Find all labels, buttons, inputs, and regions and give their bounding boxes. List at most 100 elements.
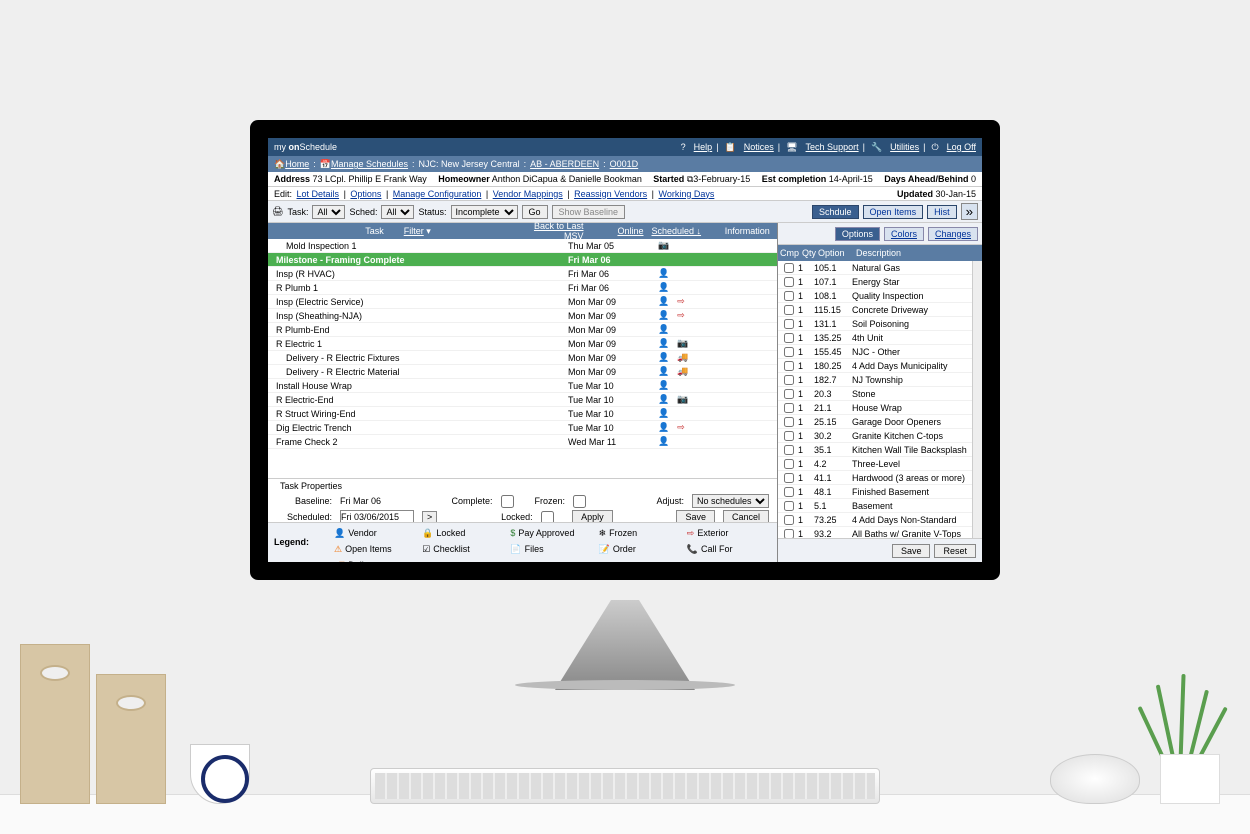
- option-complete-checkbox[interactable]: [784, 515, 794, 525]
- option-complete-checkbox[interactable]: [784, 403, 794, 413]
- options-list[interactable]: 1105.1Natural Gas1107.1Energy Star1108.1…: [778, 261, 982, 538]
- option-row[interactable]: 141.1Hardwood (3 areas or more): [778, 471, 982, 485]
- option-complete-checkbox[interactable]: [784, 431, 794, 441]
- task-row[interactable]: Dig Electric TrenchTue Mar 10👤⇨: [268, 421, 777, 435]
- task-row[interactable]: Delivery - R Electric FixturesMon Mar 09…: [268, 351, 777, 365]
- task-row[interactable]: Frame Check 2Wed Mar 11👤: [268, 435, 777, 449]
- option-complete-checkbox[interactable]: [784, 347, 794, 357]
- help-link[interactable]: Help: [694, 142, 713, 152]
- tech-support-link[interactable]: Tech Support: [806, 142, 859, 152]
- option-row[interactable]: 1108.1Quality Inspection: [778, 289, 982, 303]
- task-row[interactable]: Insp (R HVAC)Fri Mar 06👤: [268, 267, 777, 281]
- task-row[interactable]: Install House WrapTue Mar 10👤: [268, 379, 777, 393]
- printer-icon[interactable]: 🖨: [272, 206, 283, 217]
- option-complete-checkbox[interactable]: [784, 319, 794, 329]
- task-row[interactable]: Mold Inspection 1Thu Mar 05📷: [268, 239, 777, 253]
- edit-link-working-days[interactable]: Working Days: [658, 189, 714, 199]
- task-filter-select[interactable]: All: [312, 205, 345, 219]
- option-complete-checkbox[interactable]: [784, 389, 794, 399]
- option-row[interactable]: 14.2Three-Level: [778, 457, 982, 471]
- options-reset-button[interactable]: Reset: [934, 544, 976, 558]
- tab-options[interactable]: Options: [835, 227, 880, 241]
- crumb-site[interactable]: AB - ABERDEEN: [530, 159, 599, 169]
- tab-changes[interactable]: Changes: [928, 227, 978, 241]
- option-row[interactable]: 148.1Finished Basement: [778, 485, 982, 499]
- option-row[interactable]: 1131.1Soil Poisoning: [778, 317, 982, 331]
- option-row[interactable]: 173.254 Add Days Non-Standard: [778, 513, 982, 527]
- col-scheduled[interactable]: Scheduled ↓: [652, 226, 702, 236]
- option-complete-checkbox[interactable]: [784, 473, 794, 483]
- option-row[interactable]: 135.1Kitchen Wall Tile Backsplash: [778, 443, 982, 457]
- logoff-link[interactable]: Log Off: [947, 142, 976, 152]
- task-row[interactable]: Milestone - Framing CompleteFri Mar 06: [268, 253, 777, 267]
- task-row[interactable]: R Plumb 1Fri Mar 06👤: [268, 281, 777, 295]
- option-complete-checkbox[interactable]: [784, 375, 794, 385]
- option-row[interactable]: 15.1Basement: [778, 499, 982, 513]
- filter-icon[interactable]: ▾: [426, 226, 431, 236]
- go-button[interactable]: Go: [522, 205, 548, 219]
- option-complete-checkbox[interactable]: [784, 333, 794, 343]
- adjust-select[interactable]: No schedules: [692, 494, 769, 508]
- back-to-last-msv-link[interactable]: Back to Last MSV: [534, 221, 584, 241]
- option-row[interactable]: 1115.15Concrete Driveway: [778, 303, 982, 317]
- task-row[interactable]: R Electric 1Mon Mar 09👤📷: [268, 337, 777, 351]
- edit-link-lot-details[interactable]: Lot Details: [297, 189, 340, 199]
- option-qty: 1: [798, 515, 814, 525]
- tab-open-items[interactable]: Open Items: [863, 205, 924, 219]
- edit-link-reassign-vendors[interactable]: Reassign Vendors: [574, 189, 647, 199]
- tab-schedule[interactable]: Schdule: [812, 205, 859, 219]
- option-row[interactable]: 120.3Stone: [778, 387, 982, 401]
- task-row[interactable]: R Electric-EndTue Mar 10👤📷: [268, 393, 777, 407]
- option-desc: 4 Add Days Non-Standard: [852, 515, 980, 525]
- filter-link[interactable]: Filter: [404, 226, 424, 236]
- utilities-link[interactable]: Utilities: [890, 142, 919, 152]
- option-row[interactable]: 1135.254th Unit: [778, 331, 982, 345]
- task-row[interactable]: Delivery - R Electric MaterialMon Mar 09…: [268, 365, 777, 379]
- option-complete-checkbox[interactable]: [784, 361, 794, 371]
- option-row[interactable]: 1182.7NJ Township: [778, 373, 982, 387]
- option-row[interactable]: 1107.1Energy Star: [778, 275, 982, 289]
- scrollbar[interactable]: [972, 261, 982, 538]
- option-complete-checkbox[interactable]: [784, 417, 794, 427]
- crumb-lot[interactable]: O001D: [610, 159, 639, 169]
- crumb-manage[interactable]: Manage Schedules: [331, 159, 408, 169]
- tab-colors[interactable]: Colors: [884, 227, 924, 241]
- edit-link-vendor-mappings[interactable]: Vendor Mappings: [493, 189, 563, 199]
- task-row[interactable]: R Struct Wiring-EndTue Mar 10👤: [268, 407, 777, 421]
- task-row[interactable]: Insp (Sheathing-NJA)Mon Mar 09👤⇨: [268, 309, 777, 323]
- edit-link-manage-configuration[interactable]: Manage Configuration: [393, 189, 482, 199]
- task-row[interactable]: R Plumb-EndMon Mar 09👤: [268, 323, 777, 337]
- sched-filter-select[interactable]: All: [381, 205, 414, 219]
- status-filter-select[interactable]: Incomplete: [451, 205, 518, 219]
- option-row[interactable]: 125.15Garage Door Openers: [778, 415, 982, 429]
- options-save-button[interactable]: Save: [892, 544, 931, 558]
- crumb-home[interactable]: Home: [285, 159, 309, 169]
- option-row[interactable]: 1105.1Natural Gas: [778, 261, 982, 275]
- task-date: Mon Mar 09: [568, 297, 648, 307]
- complete-checkbox[interactable]: [501, 495, 514, 508]
- option-row[interactable]: 1180.254 Add Days Municipality: [778, 359, 982, 373]
- frozen-checkbox[interactable]: [573, 495, 586, 508]
- option-complete-checkbox[interactable]: [784, 305, 794, 315]
- option-desc: Kitchen Wall Tile Backsplash: [852, 445, 980, 455]
- option-complete-checkbox[interactable]: [784, 263, 794, 273]
- tab-history[interactable]: Hist: [927, 205, 957, 219]
- option-complete-checkbox[interactable]: [784, 501, 794, 511]
- option-row[interactable]: 193.2All Baths w/ Granite V-Tops: [778, 527, 982, 538]
- task-row[interactable]: Insp (Electric Service)Mon Mar 09👤⇨: [268, 295, 777, 309]
- col-online[interactable]: Online: [617, 226, 643, 236]
- option-row[interactable]: 1155.45NJC - Other: [778, 345, 982, 359]
- option-complete-checkbox[interactable]: [784, 459, 794, 469]
- option-complete-checkbox[interactable]: [784, 529, 794, 539]
- option-complete-checkbox[interactable]: [784, 487, 794, 497]
- option-complete-checkbox[interactable]: [784, 277, 794, 287]
- option-row[interactable]: 130.2Granite Kitchen C-tops: [778, 429, 982, 443]
- task-list[interactable]: Mold Inspection 1Thu Mar 05📷Milestone - …: [268, 239, 777, 482]
- show-baseline-button[interactable]: Show Baseline: [552, 205, 626, 219]
- edit-link-options[interactable]: Options: [350, 189, 381, 199]
- expand-right-arrow[interactable]: »: [961, 203, 978, 220]
- notices-link[interactable]: Notices: [744, 142, 774, 152]
- option-complete-checkbox[interactable]: [784, 445, 794, 455]
- option-complete-checkbox[interactable]: [784, 291, 794, 301]
- option-row[interactable]: 121.1House Wrap: [778, 401, 982, 415]
